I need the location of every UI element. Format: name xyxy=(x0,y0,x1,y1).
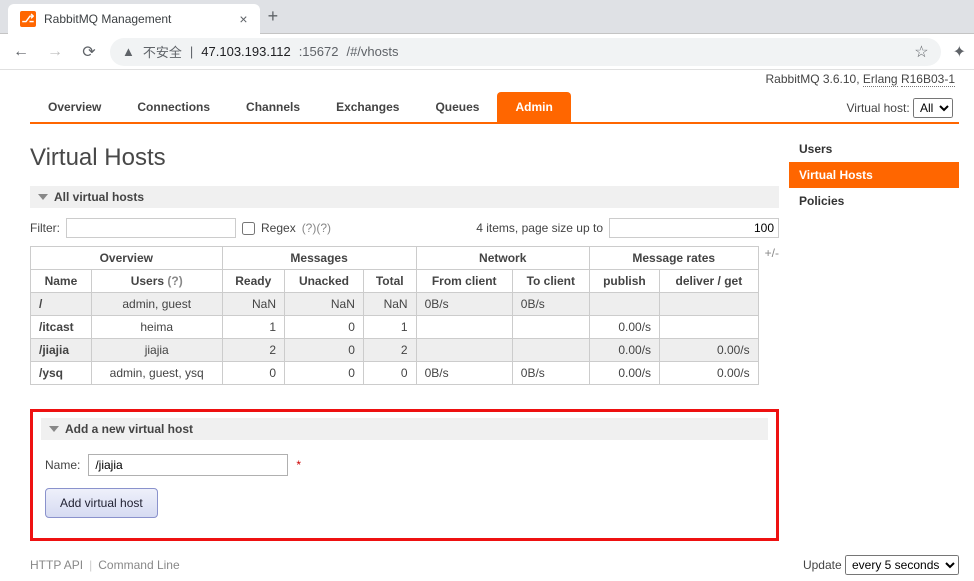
update-interval-select[interactable]: every 5 seconds xyxy=(845,555,959,575)
page-title: Virtual Hosts xyxy=(30,144,779,172)
vhost-select[interactable]: All xyxy=(913,98,953,118)
table-row: /ysqadmin, guest, ysq0000B/s0B/s0.00/s0.… xyxy=(31,362,759,385)
version-line: RabbitMQ 3.6.10, Erlang R16B03-1 xyxy=(30,70,959,86)
url-port: :15672 xyxy=(299,44,339,59)
vhost-name-link[interactable]: /ysq xyxy=(31,362,92,385)
regex-checkbox[interactable] xyxy=(242,222,255,235)
name-label: Name: xyxy=(45,458,80,472)
command-line-link[interactable]: Command Line xyxy=(98,558,179,572)
items-count: 4 items, page size up to xyxy=(476,221,603,235)
tab-admin[interactable]: Admin xyxy=(497,92,570,122)
vhost-selector: Virtual host: All xyxy=(847,98,960,122)
chevron-down-icon xyxy=(49,426,59,432)
required-marker: * xyxy=(296,458,301,472)
new-tab-button[interactable]: + xyxy=(268,6,279,27)
vhost-users: admin, guest, ysq xyxy=(91,362,222,385)
reload-button[interactable]: ⟳ xyxy=(76,39,102,65)
add-vhost-button[interactable]: Add virtual host xyxy=(45,488,158,518)
tab-channels[interactable]: Channels xyxy=(228,92,318,122)
http-api-link[interactable]: HTTP API xyxy=(30,558,83,572)
tab-connections[interactable]: Connections xyxy=(119,92,228,122)
vhost-name-link[interactable]: / xyxy=(31,293,92,316)
vhost-users: admin, guest xyxy=(91,293,222,316)
vhost-name-link[interactable]: /jiajia xyxy=(31,339,92,362)
vhost-users: heima xyxy=(91,316,222,339)
highlighted-section: Add a new virtual host Name: * Add virtu… xyxy=(30,409,779,541)
table-row: /jiajiajiajia2020.00/s0.00/s xyxy=(31,339,759,362)
all-vhosts-header[interactable]: All virtual hosts xyxy=(30,186,779,208)
vhost-name-input[interactable] xyxy=(88,454,288,476)
filter-input[interactable] xyxy=(66,218,236,238)
filter-help[interactable]: (?)(?) xyxy=(302,221,331,235)
side-nav-policies[interactable]: Policies xyxy=(789,188,959,214)
table-header-row: Name Users (?) Ready Unacked Total From … xyxy=(31,270,759,293)
table-group-row: Overview Messages Network Message rates xyxy=(31,247,759,270)
forward-button[interactable]: → xyxy=(42,39,68,65)
url-host: 47.103.193.112 xyxy=(201,44,290,59)
table-row: /itcastheima1010.00/s xyxy=(31,316,759,339)
rabbitmq-favicon: ⎇ xyxy=(20,11,36,27)
main-tabs: OverviewConnectionsChannelsExchangesQueu… xyxy=(30,92,959,124)
not-secure-icon: ▲ xyxy=(122,44,135,59)
tab-exchanges[interactable]: Exchanges xyxy=(318,92,417,122)
extensions-icon[interactable]: ✦ xyxy=(953,42,966,62)
tab-overview[interactable]: Overview xyxy=(30,92,119,122)
chevron-down-icon xyxy=(38,194,48,200)
side-nav-virtual-hosts[interactable]: Virtual Hosts xyxy=(789,162,959,188)
browser-tab[interactable]: ⎇ RabbitMQ Management × xyxy=(8,4,260,34)
vhost-users: jiajia xyxy=(91,339,222,362)
vhost-name-link[interactable]: /itcast xyxy=(31,316,92,339)
table-row: /admin, guestNaNNaNNaN0B/s0B/s xyxy=(31,293,759,316)
not-secure-label: 不安全 xyxy=(143,42,182,61)
tab-queues[interactable]: Queues xyxy=(417,92,497,122)
footer: HTTP API | Command Line Update every 5 s… xyxy=(30,549,959,581)
url-path: /#/vhosts xyxy=(346,44,398,59)
filter-label: Filter: xyxy=(30,221,60,235)
close-tab-icon[interactable]: × xyxy=(239,11,247,27)
address-bar[interactable]: ▲ 不安全 | 47.103.193.112:15672/#/vhosts ☆ xyxy=(110,38,941,66)
erlang-link[interactable]: Erlang xyxy=(863,72,898,87)
page-size-input[interactable] xyxy=(609,218,779,238)
side-nav: UsersVirtual HostsPolicies xyxy=(789,136,959,541)
columns-toggle[interactable]: +/- xyxy=(759,246,779,385)
vhosts-table: Overview Messages Network Message rates … xyxy=(30,246,759,385)
add-vhost-header[interactable]: Add a new virtual host xyxy=(41,418,768,440)
bookmark-star-icon[interactable]: ☆ xyxy=(914,42,928,62)
tab-title: RabbitMQ Management xyxy=(44,12,171,26)
back-button[interactable]: ← xyxy=(8,39,34,65)
side-nav-users[interactable]: Users xyxy=(789,136,959,162)
